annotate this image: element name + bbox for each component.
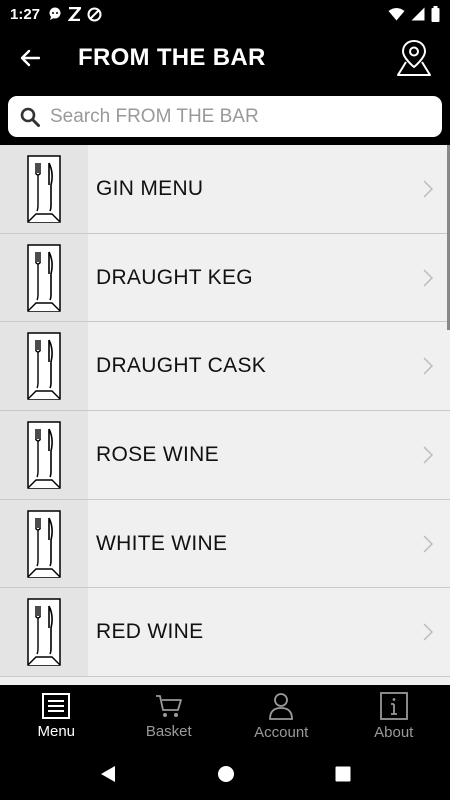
arrow-left-icon	[20, 49, 40, 67]
map-pin-icon	[397, 39, 431, 76]
z-icon	[68, 7, 82, 21]
recents-square-icon[interactable]	[335, 766, 351, 782]
cart-icon	[155, 694, 182, 717]
chevron-right-icon	[406, 180, 450, 198]
nav-basket[interactable]: Basket	[113, 685, 226, 747]
system-nav-bar	[0, 747, 450, 800]
chevron-right-icon	[406, 269, 450, 287]
cutlery-thumbnail	[0, 145, 88, 233]
home-circle-icon[interactable]	[217, 765, 235, 783]
status-time: 1:27	[10, 5, 41, 23]
list-item-label: RED WINE	[96, 620, 204, 644]
nav-about-label: About	[374, 723, 414, 741]
cutlery-icon	[27, 155, 61, 223]
search-icon	[20, 107, 40, 127]
cutlery-icon	[27, 243, 61, 312]
bottom-nav: Menu Basket Account About	[0, 685, 450, 747]
list-item-label: ROSE WINE	[96, 442, 219, 466]
list-item[interactable]: DRAUGHT KEG	[0, 233, 450, 323]
cutlery-icon	[27, 598, 61, 667]
menu-list-icon	[42, 692, 71, 719]
battery-icon	[431, 6, 440, 22]
category-list: GIN MENU DRAUGHT KEG DRAUGHT CASK ROSE W…	[0, 145, 450, 685]
nav-account[interactable]: Account	[225, 685, 338, 747]
chevron-right-icon	[406, 623, 450, 641]
list-item[interactable]: GIN MENU	[0, 145, 450, 234]
status-bar: 1:27	[0, 0, 450, 28]
list-item[interactable]: RED WINE	[0, 588, 450, 678]
list-item[interactable]: ROSE WINE	[0, 411, 450, 500]
chevron-right-icon	[406, 446, 450, 464]
list-item[interactable]: DRAUGHT CASK	[0, 322, 450, 412]
list-item-label: DRAUGHT CASK	[96, 354, 267, 378]
list-item-label: GIN MENU	[96, 176, 204, 200]
list-item-label: DRAUGHT KEG	[96, 265, 253, 289]
list-item-label: WHITE WINE	[96, 531, 228, 555]
cutlery-thumbnail	[0, 322, 88, 411]
info-icon	[379, 691, 408, 720]
cutlery-thumbnail	[0, 588, 88, 677]
nav-menu-label: Menu	[37, 722, 76, 740]
cutlery-thumbnail	[0, 233, 88, 322]
search-bar	[8, 96, 442, 137]
nav-menu[interactable]: Menu	[0, 685, 113, 747]
page-title: FROM THE BAR	[78, 44, 266, 71]
blocked-icon	[87, 7, 102, 21]
cutlery-icon	[27, 509, 61, 578]
nav-account-label: Account	[254, 723, 309, 741]
nav-basket-label: Basket	[145, 722, 192, 740]
notification-icons	[48, 7, 102, 22]
system-icons	[388, 6, 440, 22]
cutlery-thumbnail	[0, 499, 88, 588]
person-icon	[269, 692, 294, 720]
chat-icon	[49, 7, 61, 20]
app-bar: FROM THE BAR	[0, 28, 450, 88]
search-input[interactable]	[50, 105, 442, 128]
back-triangle-icon[interactable]	[99, 765, 117, 783]
cutlery-thumbnail	[0, 411, 88, 499]
location-button[interactable]	[384, 28, 444, 88]
wifi-icon	[388, 8, 405, 21]
back-button[interactable]	[0, 28, 60, 88]
chevron-right-icon	[406, 535, 450, 553]
cutlery-icon	[27, 421, 61, 489]
cutlery-icon	[27, 332, 61, 400]
nav-about[interactable]: About	[338, 685, 450, 747]
signal-icon	[411, 7, 425, 21]
list-item[interactable]: WHITE WINE	[0, 499, 450, 589]
chevron-right-icon	[406, 357, 450, 375]
